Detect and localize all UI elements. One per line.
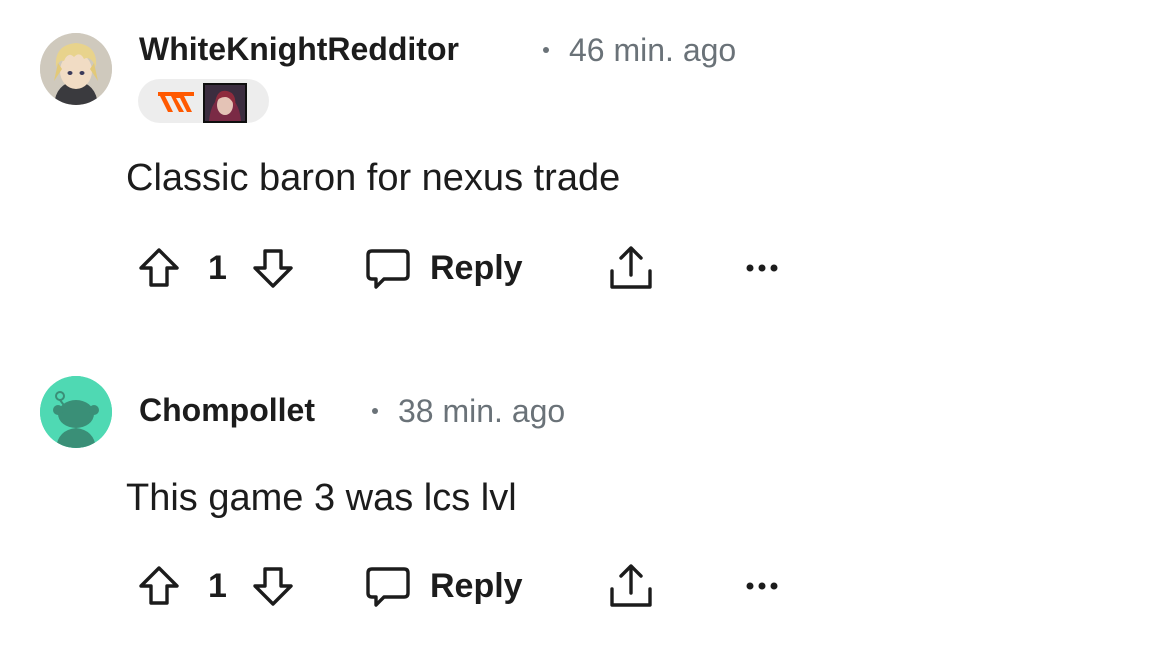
comment-author[interactable]: Chompollet bbox=[139, 392, 315, 429]
upvote-button[interactable] bbox=[136, 243, 182, 293]
downvote-arrow-icon bbox=[253, 567, 293, 606]
comment-author[interactable]: WhiteKnightRedditor bbox=[139, 31, 459, 68]
reply-button[interactable]: Reply bbox=[364, 243, 523, 293]
more-options-icon bbox=[746, 264, 778, 272]
downvote-arrow-icon bbox=[253, 249, 293, 288]
snoo-avatar-icon bbox=[40, 376, 112, 448]
upvote-arrow-icon bbox=[139, 566, 179, 605]
comment-actions: 1 Reply bbox=[136, 243, 796, 293]
champion-portrait-icon bbox=[203, 83, 247, 123]
separator-dot bbox=[372, 407, 378, 414]
share-icon bbox=[610, 564, 652, 607]
user-flair bbox=[138, 79, 269, 123]
speech-bubble-icon bbox=[366, 249, 410, 289]
downvote-button[interactable] bbox=[250, 243, 296, 293]
comment-body: This game 3 was lcs lvl bbox=[126, 477, 517, 519]
vote-count: 1 bbox=[208, 248, 227, 287]
more-options-button[interactable] bbox=[742, 561, 782, 611]
share-button[interactable] bbox=[606, 561, 656, 611]
anime-avatar-icon bbox=[40, 33, 112, 105]
reply-label: Reply bbox=[430, 566, 523, 605]
share-icon bbox=[610, 246, 652, 289]
vote-count: 1 bbox=[208, 566, 227, 605]
more-options-icon bbox=[746, 582, 778, 590]
comment-timestamp: 46 min. ago bbox=[543, 32, 736, 69]
downvote-button[interactable] bbox=[250, 561, 296, 611]
timestamp-text: 38 min. ago bbox=[398, 393, 566, 429]
separator-dot bbox=[543, 46, 549, 53]
comment: Chompollet 38 min. ago This game 3 was l… bbox=[0, 360, 1163, 660]
speech-bubble-icon bbox=[366, 567, 410, 607]
share-button[interactable] bbox=[606, 243, 656, 293]
user-avatar[interactable] bbox=[40, 376, 112, 448]
comment: WhiteKnightRedditor 46 min. ago Classic … bbox=[0, 0, 1163, 330]
reply-label: Reply bbox=[430, 248, 523, 287]
upvote-arrow-icon bbox=[139, 248, 179, 287]
timestamp-text: 46 min. ago bbox=[569, 32, 737, 68]
reply-button[interactable]: Reply bbox=[364, 561, 523, 611]
fnatic-logo-icon bbox=[158, 92, 194, 112]
comment-timestamp: 38 min. ago bbox=[372, 393, 565, 430]
user-avatar[interactable] bbox=[40, 33, 112, 105]
upvote-button[interactable] bbox=[136, 561, 182, 611]
comment-actions: 1 Reply bbox=[136, 561, 796, 611]
more-options-button[interactable] bbox=[742, 243, 782, 293]
comment-body: Classic baron for nexus trade bbox=[126, 157, 621, 199]
